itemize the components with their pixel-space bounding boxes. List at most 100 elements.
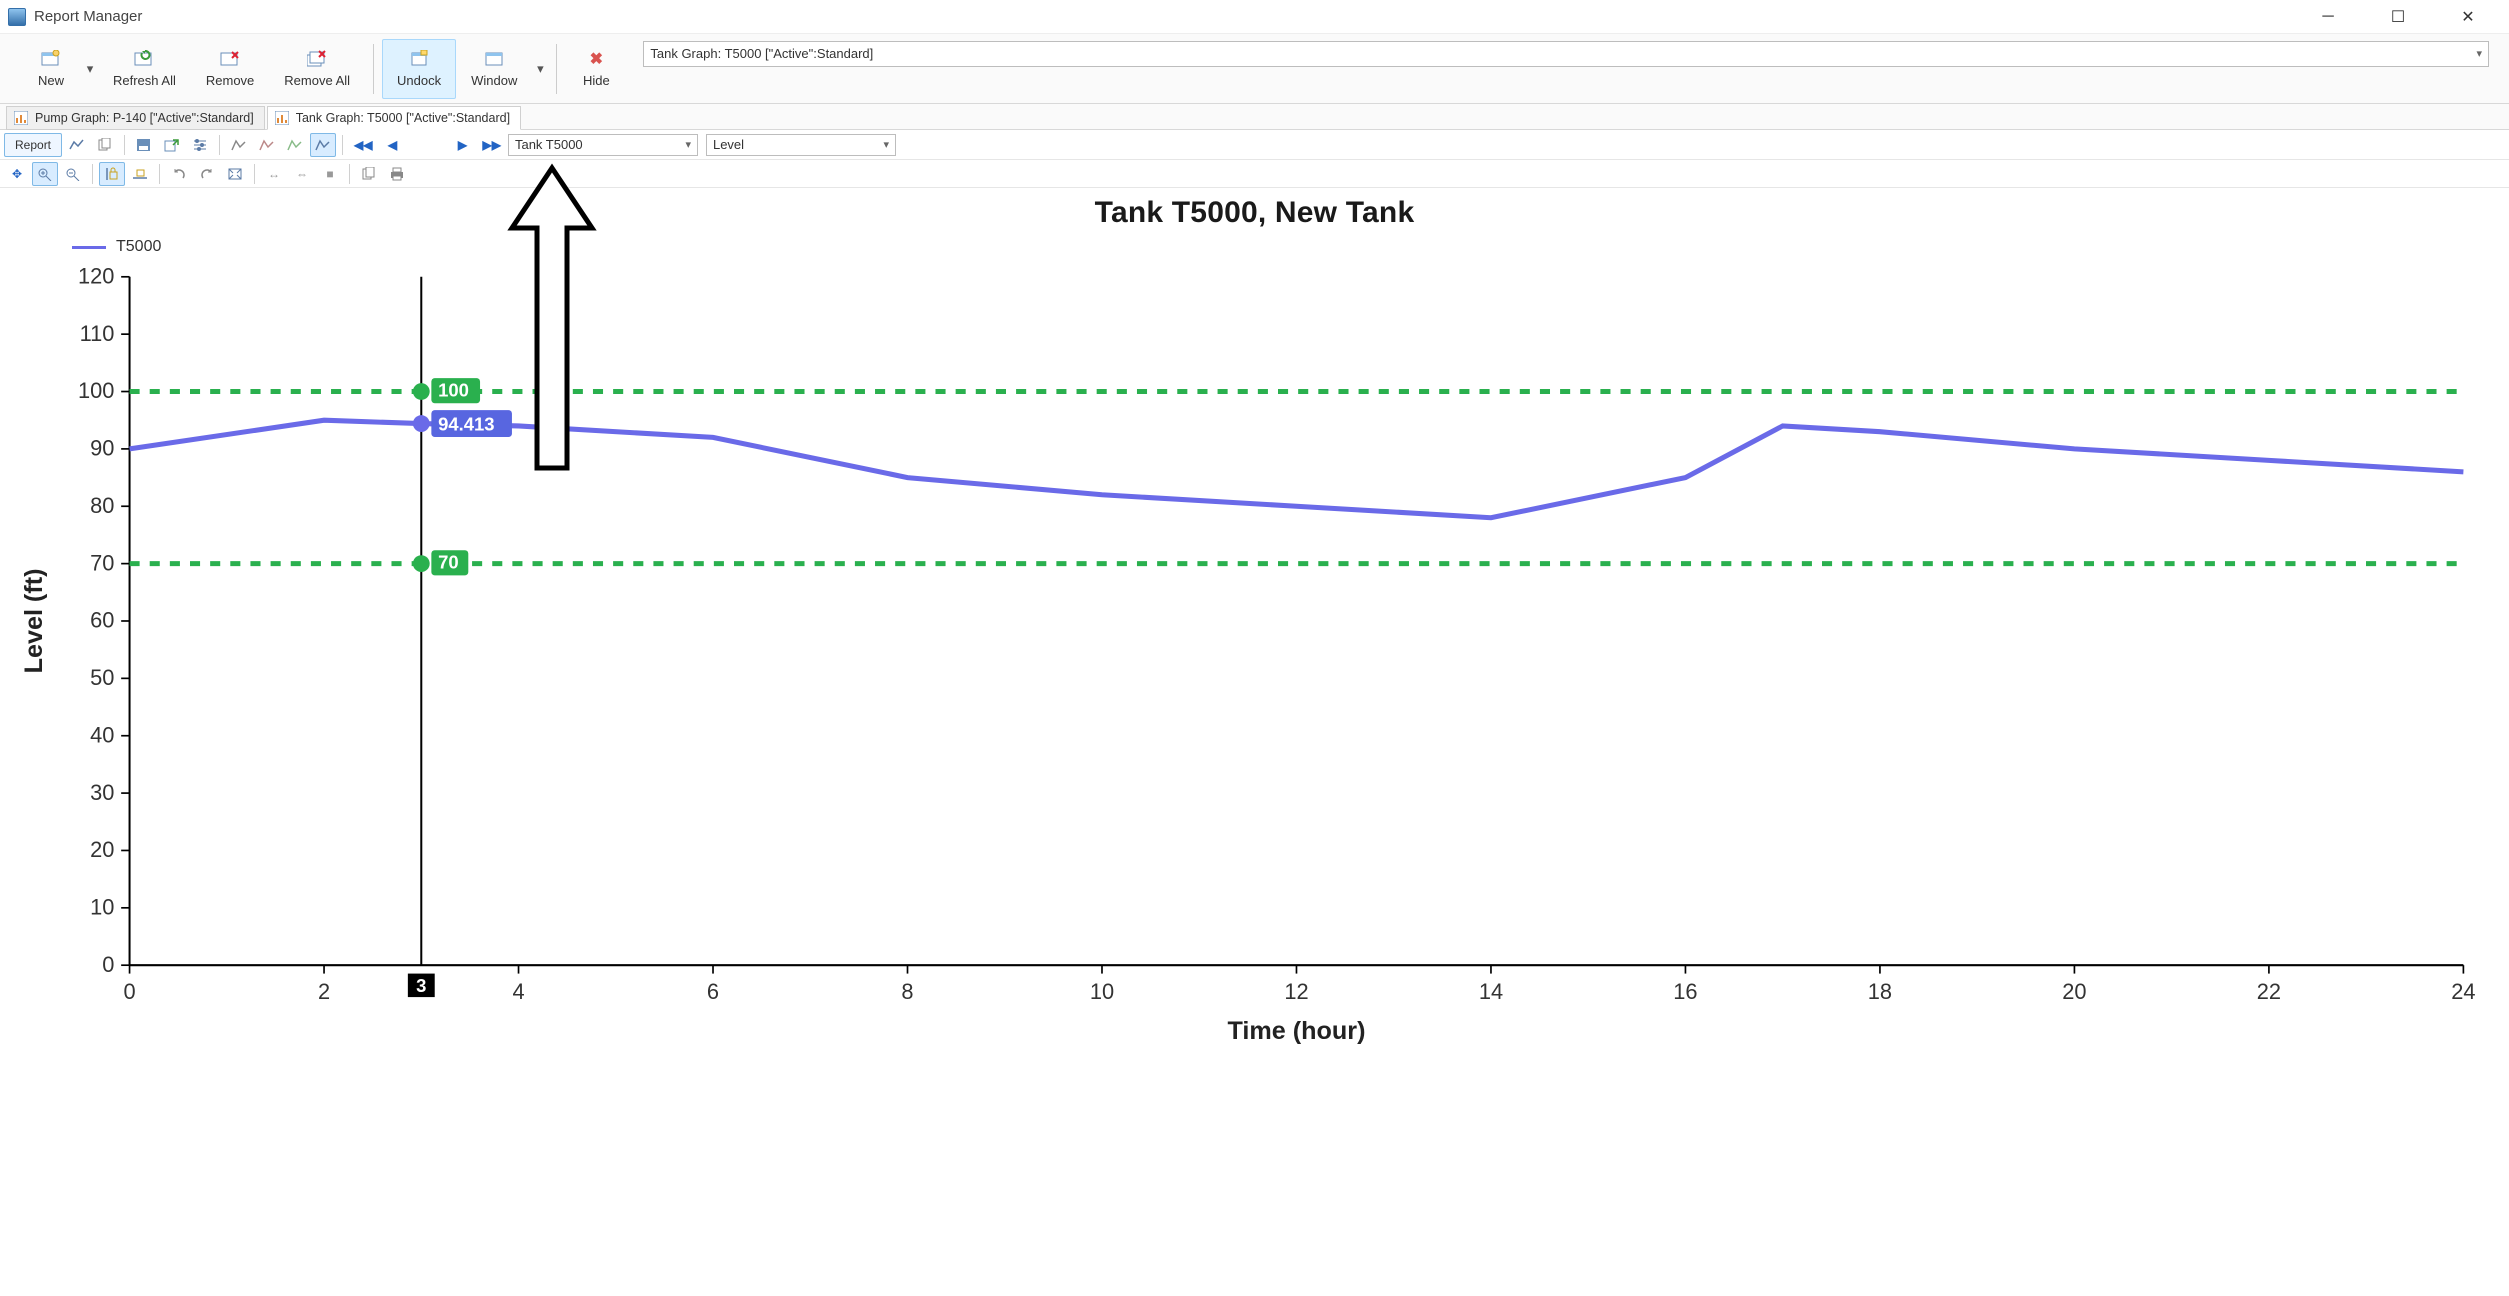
svg-text:30: 30 — [90, 780, 114, 805]
svg-text:40: 40 — [90, 722, 114, 747]
h-span-1-icon[interactable]: ↔ — [261, 162, 287, 186]
toolbar-divider-1 — [373, 44, 374, 94]
remove-label: Remove — [206, 73, 254, 88]
export-icon[interactable] — [159, 133, 185, 157]
refresh-all-button[interactable]: Refresh All — [98, 39, 191, 99]
remove-all-button[interactable]: Remove All — [269, 39, 365, 99]
svg-text:22: 22 — [2257, 979, 2281, 1004]
svg-text:120: 120 — [78, 264, 114, 289]
remove-icon — [219, 49, 241, 69]
svg-text:20: 20 — [90, 837, 114, 862]
svg-text:110: 110 — [80, 321, 115, 346]
tab-tank-graph[interactable]: Tank Graph: T5000 ["Active":Standard] — [267, 106, 521, 130]
svg-text:0: 0 — [102, 952, 114, 977]
chart-style-1-icon[interactable] — [226, 133, 252, 157]
report-selector-value: Tank Graph: T5000 ["Active":Standard] — [650, 46, 873, 61]
chart-canvas[interactable]: 0102030405060708090100110120024681012141… — [12, 260, 2497, 1049]
remove-all-icon — [306, 49, 328, 69]
close-button[interactable]: ✕ — [2451, 5, 2485, 29]
chevron-down-icon: ▾ — [883, 138, 889, 151]
svg-text:10: 10 — [90, 895, 114, 920]
report-selector-dropdown[interactable]: Tank Graph: T5000 ["Active":Standard] ▾ — [643, 41, 2489, 67]
print-icon[interactable] — [384, 162, 410, 186]
tab-label: Tank Graph: T5000 ["Active":Standard] — [296, 111, 510, 125]
copy-2-icon[interactable] — [356, 162, 382, 186]
window-title: Report Manager — [34, 8, 142, 25]
toolbar-divider-2 — [556, 44, 557, 94]
svg-text:70: 70 — [438, 552, 459, 573]
chart-style-2-icon[interactable] — [254, 133, 280, 157]
new-button[interactable]: New — [20, 39, 82, 99]
window-label: Window — [471, 73, 517, 88]
zoom-in-icon[interactable] — [32, 162, 58, 186]
hide-button[interactable]: ✖ Hide — [565, 39, 627, 99]
svg-text:2: 2 — [318, 979, 330, 1004]
svg-text:Level (ft): Level (ft) — [20, 569, 48, 674]
new-dropdown[interactable]: ▾ — [82, 61, 98, 77]
svg-text:70: 70 — [90, 550, 114, 575]
graph-tab-icon — [13, 110, 29, 126]
new-icon — [40, 49, 62, 69]
svg-text:16: 16 — [1673, 979, 1697, 1004]
legend-label: T5000 — [116, 238, 161, 256]
svg-text:80: 80 — [90, 493, 114, 518]
lock-y-icon[interactable] — [99, 162, 125, 186]
stop-icon[interactable]: ■ — [317, 162, 343, 186]
line-chart-icon[interactable] — [64, 133, 90, 157]
report-button[interactable]: Report — [4, 133, 62, 157]
remove-all-label: Remove All — [284, 73, 350, 88]
svg-text:12: 12 — [1284, 979, 1308, 1004]
attribute-dropdown[interactable]: Level ▾ — [706, 134, 896, 156]
svg-text:18: 18 — [1868, 979, 1892, 1004]
new-label: New — [38, 73, 64, 88]
svg-text:8: 8 — [901, 979, 913, 1004]
svg-text:Time (hour): Time (hour) — [1227, 1017, 1365, 1045]
nav-prev-icon[interactable]: ◀ — [380, 133, 406, 157]
tab-pump-graph[interactable]: Pump Graph: P-140 ["Active":Standard] — [6, 106, 265, 130]
maximize-button[interactable]: ☐ — [2381, 5, 2415, 29]
chart-legend: T5000 — [72, 238, 2497, 256]
copy-icon[interactable] — [92, 133, 118, 157]
element-dropdown[interactable]: Tank T5000 ▾ — [508, 134, 698, 156]
refresh-icon — [133, 49, 155, 69]
svg-text:50: 50 — [90, 665, 114, 690]
lock-x-icon[interactable] — [127, 162, 153, 186]
svg-text:20: 20 — [2062, 979, 2086, 1004]
undo-icon[interactable] — [166, 162, 192, 186]
chevron-down-icon: ▾ — [685, 138, 691, 151]
main-toolbar: New ▾ Refresh All Remove Remove All Undo… — [0, 34, 2509, 104]
chart-panel: Tank T5000, New Tank T5000 0102030405060… — [0, 188, 2509, 1061]
attribute-dropdown-value: Level — [713, 137, 744, 152]
document-tabs: Pump Graph: P-140 ["Active":Standard] Ta… — [0, 104, 2509, 130]
app-icon — [8, 8, 26, 26]
fit-icon[interactable] — [222, 162, 248, 186]
nav-next-icon[interactable]: ▶ — [450, 133, 476, 157]
chart-style-4-icon[interactable] — [310, 133, 336, 157]
remove-button[interactable]: Remove — [191, 39, 269, 99]
svg-text:6: 6 — [707, 979, 719, 1004]
undock-button[interactable]: Undock — [382, 39, 456, 99]
pan-icon[interactable]: ✥ — [4, 162, 30, 186]
svg-text:0: 0 — [123, 979, 135, 1004]
svg-text:94.413: 94.413 — [438, 413, 494, 434]
window-dropdown[interactable]: ▾ — [532, 61, 548, 77]
zoom-out-icon[interactable] — [60, 162, 86, 186]
graph-tab-icon — [274, 110, 290, 126]
save-icon[interactable] — [131, 133, 157, 157]
chevron-down-icon: ▾ — [2476, 47, 2482, 60]
svg-text:10: 10 — [1090, 979, 1114, 1004]
chart-toolbar-row-2: ✥ ↔ ⇔ ■ — [0, 160, 2509, 188]
chart-style-3-icon[interactable] — [282, 133, 308, 157]
nav-first-icon[interactable]: ◀◀ — [349, 133, 377, 157]
h-span-2-icon[interactable]: ⇔ — [289, 162, 315, 186]
svg-text:100: 100 — [438, 380, 469, 401]
settings-icon[interactable] — [187, 133, 213, 157]
minimize-button[interactable]: ─ — [2311, 5, 2345, 29]
redo-icon[interactable] — [194, 162, 220, 186]
nav-last-icon[interactable]: ▶▶ — [478, 133, 506, 157]
close-x-icon: ✖ — [585, 49, 607, 69]
window-button[interactable]: Window — [456, 39, 532, 99]
svg-text:24: 24 — [2451, 979, 2475, 1004]
legend-swatch — [72, 246, 106, 249]
refresh-all-label: Refresh All — [113, 73, 176, 88]
